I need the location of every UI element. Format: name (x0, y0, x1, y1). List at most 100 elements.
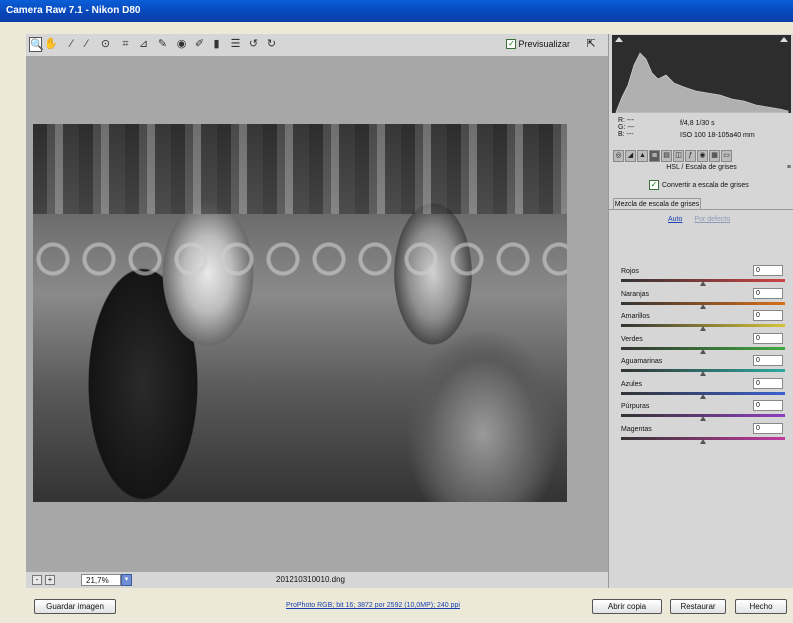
workflow-options-link[interactable]: ProPhoto RGB; bit 16; 3872 por 2592 (10,… (286, 602, 460, 609)
preview-checkbox[interactable]: ✓ (506, 39, 517, 49)
slider-thumb[interactable] (700, 371, 706, 376)
tab-hsl-icon[interactable]: ≣ (649, 150, 660, 162)
slider-label: Magentas (621, 426, 652, 433)
slider-row: Aguamarinas 0 (619, 355, 785, 379)
highlight-clipping-icon[interactable] (780, 37, 788, 42)
adjustment-brush-icon[interactable]: ✐ (193, 37, 206, 52)
camera-info: R: --- G: --- B: --- f/4,8 1/30 s ISO 10… (612, 114, 791, 149)
done-button[interactable]: Hecho (735, 599, 787, 614)
red-readout: R: --- (618, 117, 634, 124)
bottom-bar: Guardar imagen ProPhoto RGB; bit 16; 387… (0, 593, 793, 623)
color-sampler-tool-icon[interactable]: ⁄ (80, 37, 93, 52)
slider-row: Azules 0 (619, 378, 785, 402)
slider-label: Naranjas (621, 291, 650, 298)
tab-split-toning-icon[interactable]: ▤ (661, 150, 672, 162)
reset-button[interactable]: Restaurar (670, 599, 726, 614)
green-readout: G: --- (618, 124, 635, 131)
slider-row: Púrpuras 0 (619, 400, 785, 424)
slider-row: Naranjas 0 (619, 288, 785, 312)
panel-menu-icon[interactable]: ≡ (787, 164, 791, 171)
convert-grayscale-toggle[interactable]: ✓ Convertir a escala de grises (649, 180, 749, 190)
slider-value-field[interactable]: 0 (753, 400, 783, 411)
hand-tool-icon[interactable]: ✋ (44, 37, 58, 52)
status-bar: - + 21,7% ▾ 201210310010.dng (26, 572, 608, 588)
exif-info: f/4,8 1/30 s ISO 100 18-105a40 mm (680, 118, 755, 142)
slider-value-field[interactable]: 0 (753, 333, 783, 344)
slider-thumb[interactable] (700, 281, 706, 286)
graduated-filter-icon[interactable]: ▮ (210, 37, 223, 52)
tab-detail-icon[interactable]: ▲ (637, 150, 648, 162)
slider-value-field[interactable]: 0 (753, 378, 783, 389)
panel-title: HSL / Escala de grises (666, 164, 737, 171)
tab-camera-calibration-icon[interactable]: ◉ (697, 150, 708, 162)
zoom-in-button[interactable]: + (45, 575, 55, 585)
preferences-icon[interactable]: ☰ (229, 37, 242, 52)
slider-value-field[interactable]: 0 (753, 265, 783, 276)
aperture-shutter: f/4,8 1/30 s (680, 120, 715, 127)
rotate-right-icon[interactable]: ↻ (265, 37, 278, 52)
zoom-out-button[interactable]: - (32, 575, 42, 585)
convert-grayscale-label: Convertir a escala de grises (662, 181, 749, 189)
slider-thumb[interactable] (700, 349, 706, 354)
histogram (612, 35, 791, 114)
crop-tool-icon[interactable]: ⌗ (119, 37, 132, 52)
slider-label: Verdes (621, 336, 643, 343)
rotate-left-icon[interactable]: ↺ (247, 37, 260, 52)
slider-row: Verdes 0 (619, 333, 785, 357)
rgb-readout: R: --- G: --- B: --- (618, 117, 634, 138)
slider-thumb[interactable] (700, 416, 706, 421)
slider-label: Amarillos (621, 313, 650, 320)
slider-thumb[interactable] (700, 326, 706, 331)
tab-lens-corrections-icon[interactable]: ◫ (673, 150, 684, 162)
slider-value-field[interactable]: 0 (753, 288, 783, 299)
slider-label: Rojos (621, 268, 639, 275)
image-region-background (33, 124, 567, 214)
tab-effects-icon[interactable]: ƒ (685, 150, 696, 162)
file-name: 201210310010.dng (276, 575, 345, 584)
slider-value-field[interactable]: 0 (753, 355, 783, 366)
convert-grayscale-checkbox[interactable]: ✓ (649, 180, 659, 190)
red-eye-tool-icon[interactable]: ◉ (175, 37, 188, 52)
tab-presets-icon[interactable]: ▦ (709, 150, 720, 162)
fullscreen-toggle-icon[interactable]: ⇱ (584, 37, 598, 51)
mix-links: Auto Por defecto (668, 216, 730, 223)
auto-link[interactable]: Auto (668, 216, 682, 223)
save-image-button[interactable]: Guardar imagen (34, 599, 116, 614)
zoom-dropdown-icon[interactable]: ▾ (121, 574, 132, 586)
slider-row: Amarillos 0 (619, 310, 785, 334)
slider-value-field[interactable]: 0 (753, 310, 783, 321)
tab-snapshots-icon[interactable]: ▭ (721, 150, 732, 162)
shadow-clipping-icon[interactable] (615, 37, 623, 42)
white-balance-tool-icon[interactable]: ⁄ (65, 37, 78, 52)
targeted-adjustment-tool-icon[interactable]: ⊙ (99, 37, 112, 52)
default-link[interactable]: Por defecto (694, 216, 730, 223)
slider-row: Magentas 0 (619, 423, 785, 447)
slider-label: Púrpuras (621, 403, 650, 410)
slider-thumb[interactable] (700, 394, 706, 399)
open-copy-button[interactable]: Abrir copia (592, 599, 662, 614)
right-panel: R: --- G: --- B: --- f/4,8 1/30 s ISO 10… (608, 34, 793, 588)
panel-tabs: ◎ ◢ ▲ ≣ ▤ ◫ ƒ ◉ ▦ ▭ (609, 148, 793, 164)
window-title: Camera Raw 7.1 - Nikon D80 (0, 0, 793, 22)
slider-label: Aguamarinas (621, 358, 663, 365)
slider-value-field[interactable]: 0 (753, 423, 783, 434)
preview-toggle[interactable]: ✓ Previsualizar (506, 39, 570, 49)
preview-image[interactable] (33, 124, 567, 502)
spot-removal-tool-icon[interactable]: ✎ (156, 37, 169, 52)
zoom-tool-icon[interactable]: 🔍 (29, 37, 44, 52)
slider-thumb[interactable] (700, 439, 706, 444)
straighten-tool-icon[interactable]: ⊿ (137, 37, 150, 52)
preview-label: Previsualizar (518, 39, 570, 49)
slider-thumb[interactable] (700, 304, 706, 309)
divider (609, 209, 793, 210)
tab-tone-curve-icon[interactable]: ◢ (625, 150, 636, 162)
slider-row: Rojos 0 (619, 265, 785, 289)
slider-label: Azules (621, 381, 643, 388)
image-region-rings (33, 224, 567, 294)
zoom-level-field[interactable]: 21,7% (81, 574, 121, 586)
iso-lens: ISO 100 18-105a40 mm (680, 132, 755, 139)
histogram-graph (615, 52, 789, 114)
tab-basic-icon[interactable]: ◎ (613, 150, 624, 162)
toolbar: 🔍 ✋ ⁄ ⁄ ⊙ ⌗ ⊿ ✎ ◉ ✐ ▮ ☰ ↺ ↻ ✓ Previsualizar ⇱ (26, 34, 608, 56)
blue-readout: B: --- (618, 131, 634, 138)
